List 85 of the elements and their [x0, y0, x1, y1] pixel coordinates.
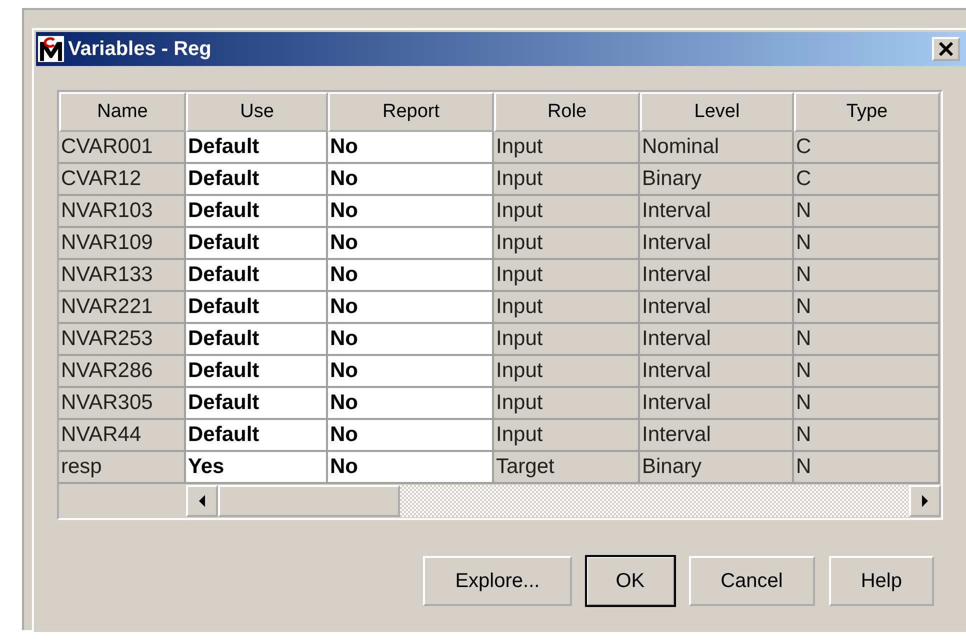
table-cell[interactable]: No — [328, 324, 494, 356]
table-cell[interactable]: No — [328, 452, 494, 484]
table-cell: NVAR286 — [59, 356, 186, 388]
table-cell: Interval — [640, 260, 794, 292]
table-cell: Interval — [640, 292, 794, 324]
close-icon — [938, 42, 954, 56]
table-cell[interactable]: Default — [186, 260, 328, 292]
table-cell[interactable]: Yes — [186, 452, 328, 484]
table-cell: Nominal — [640, 132, 794, 164]
table-cell: Input — [494, 196, 640, 228]
table-cell[interactable]: Default — [186, 164, 328, 196]
table-cell: N — [794, 260, 940, 292]
table-cell: NVAR44 — [59, 420, 186, 452]
table-cell: C — [794, 132, 940, 164]
table-cell: NVAR253 — [59, 324, 186, 356]
table-cell: Interval — [640, 228, 794, 260]
table-cell[interactable]: No — [328, 388, 494, 420]
table-cell: N — [794, 452, 940, 484]
column-header[interactable]: Role — [494, 92, 640, 132]
table-cell: Interval — [640, 420, 794, 452]
table-cell[interactable]: No — [328, 420, 494, 452]
table-cell[interactable]: No — [328, 260, 494, 292]
table-cell: CVAR12 — [59, 164, 186, 196]
left-arrow-icon — [198, 495, 206, 507]
table-cell: Input — [494, 228, 640, 260]
table-cell: N — [794, 388, 940, 420]
table-cell: C — [794, 164, 940, 196]
column-header[interactable]: Use — [186, 92, 328, 132]
table-cell[interactable]: Default — [186, 228, 328, 260]
dialog-button[interactable]: OK — [586, 556, 675, 606]
scroll-right-button[interactable] — [909, 485, 941, 517]
dialog-button[interactable]: Explore... — [423, 556, 572, 606]
table-cell: Input — [494, 260, 640, 292]
table-cell[interactable]: Default — [186, 196, 328, 228]
table-cell: CVAR001 — [59, 132, 186, 164]
table-cell: NVAR103 — [59, 196, 186, 228]
table-cell: Input — [494, 132, 640, 164]
table-cell[interactable]: No — [328, 356, 494, 388]
table-cell[interactable]: No — [328, 164, 494, 196]
table-cell[interactable]: Default — [186, 292, 328, 324]
table-cell: N — [794, 196, 940, 228]
table-cell: Binary — [640, 452, 794, 484]
table-cell: NVAR133 — [59, 260, 186, 292]
column-header[interactable]: Level — [640, 92, 794, 132]
table-cell: Input — [494, 164, 640, 196]
table-cell[interactable]: No — [328, 228, 494, 260]
table-cell: N — [794, 420, 940, 452]
table-cell: Input — [494, 388, 640, 420]
table-cell[interactable]: No — [328, 132, 494, 164]
table-cell: Interval — [640, 196, 794, 228]
table-cell: N — [794, 324, 940, 356]
table-cell[interactable]: Default — [186, 420, 328, 452]
table-cell: N — [794, 292, 940, 324]
table-cell: Binary — [640, 164, 794, 196]
table-cell: Input — [494, 324, 640, 356]
dialog-button[interactable]: Cancel — [688, 556, 815, 606]
column-header[interactable]: Report — [328, 92, 494, 132]
table-cell: Target — [494, 452, 640, 484]
table-cell[interactable]: Default — [186, 132, 328, 164]
dialog-button[interactable]: Help — [828, 556, 934, 606]
table-cell: Interval — [640, 388, 794, 420]
right-arrow-icon — [921, 495, 929, 507]
table-cell: Input — [494, 420, 640, 452]
table-cell: Interval — [640, 324, 794, 356]
close-button[interactable] — [932, 37, 960, 61]
table-cell[interactable]: No — [328, 196, 494, 228]
table-cell: resp — [59, 452, 186, 484]
scroll-left-button[interactable] — [186, 485, 218, 517]
table-cell: Input — [494, 292, 640, 324]
table-cell: NVAR221 — [59, 292, 186, 324]
table-cell: NVAR305 — [59, 388, 186, 420]
table-cell[interactable]: Default — [186, 388, 328, 420]
table-cell: Input — [494, 356, 640, 388]
table-cell: Interval — [640, 356, 794, 388]
table-cell: N — [794, 228, 940, 260]
table-cell[interactable]: Default — [186, 324, 328, 356]
window-title: Variables - Reg — [68, 38, 212, 60]
table-cell[interactable]: Default — [186, 356, 328, 388]
column-header[interactable]: Type — [794, 92, 940, 132]
table-cell: N — [794, 356, 940, 388]
app-logo-icon — [38, 36, 64, 62]
table-cell: NVAR109 — [59, 228, 186, 260]
column-header[interactable]: Name — [59, 92, 186, 132]
scrollbar-thumb[interactable] — [218, 485, 400, 517]
table-cell[interactable]: No — [328, 292, 494, 324]
